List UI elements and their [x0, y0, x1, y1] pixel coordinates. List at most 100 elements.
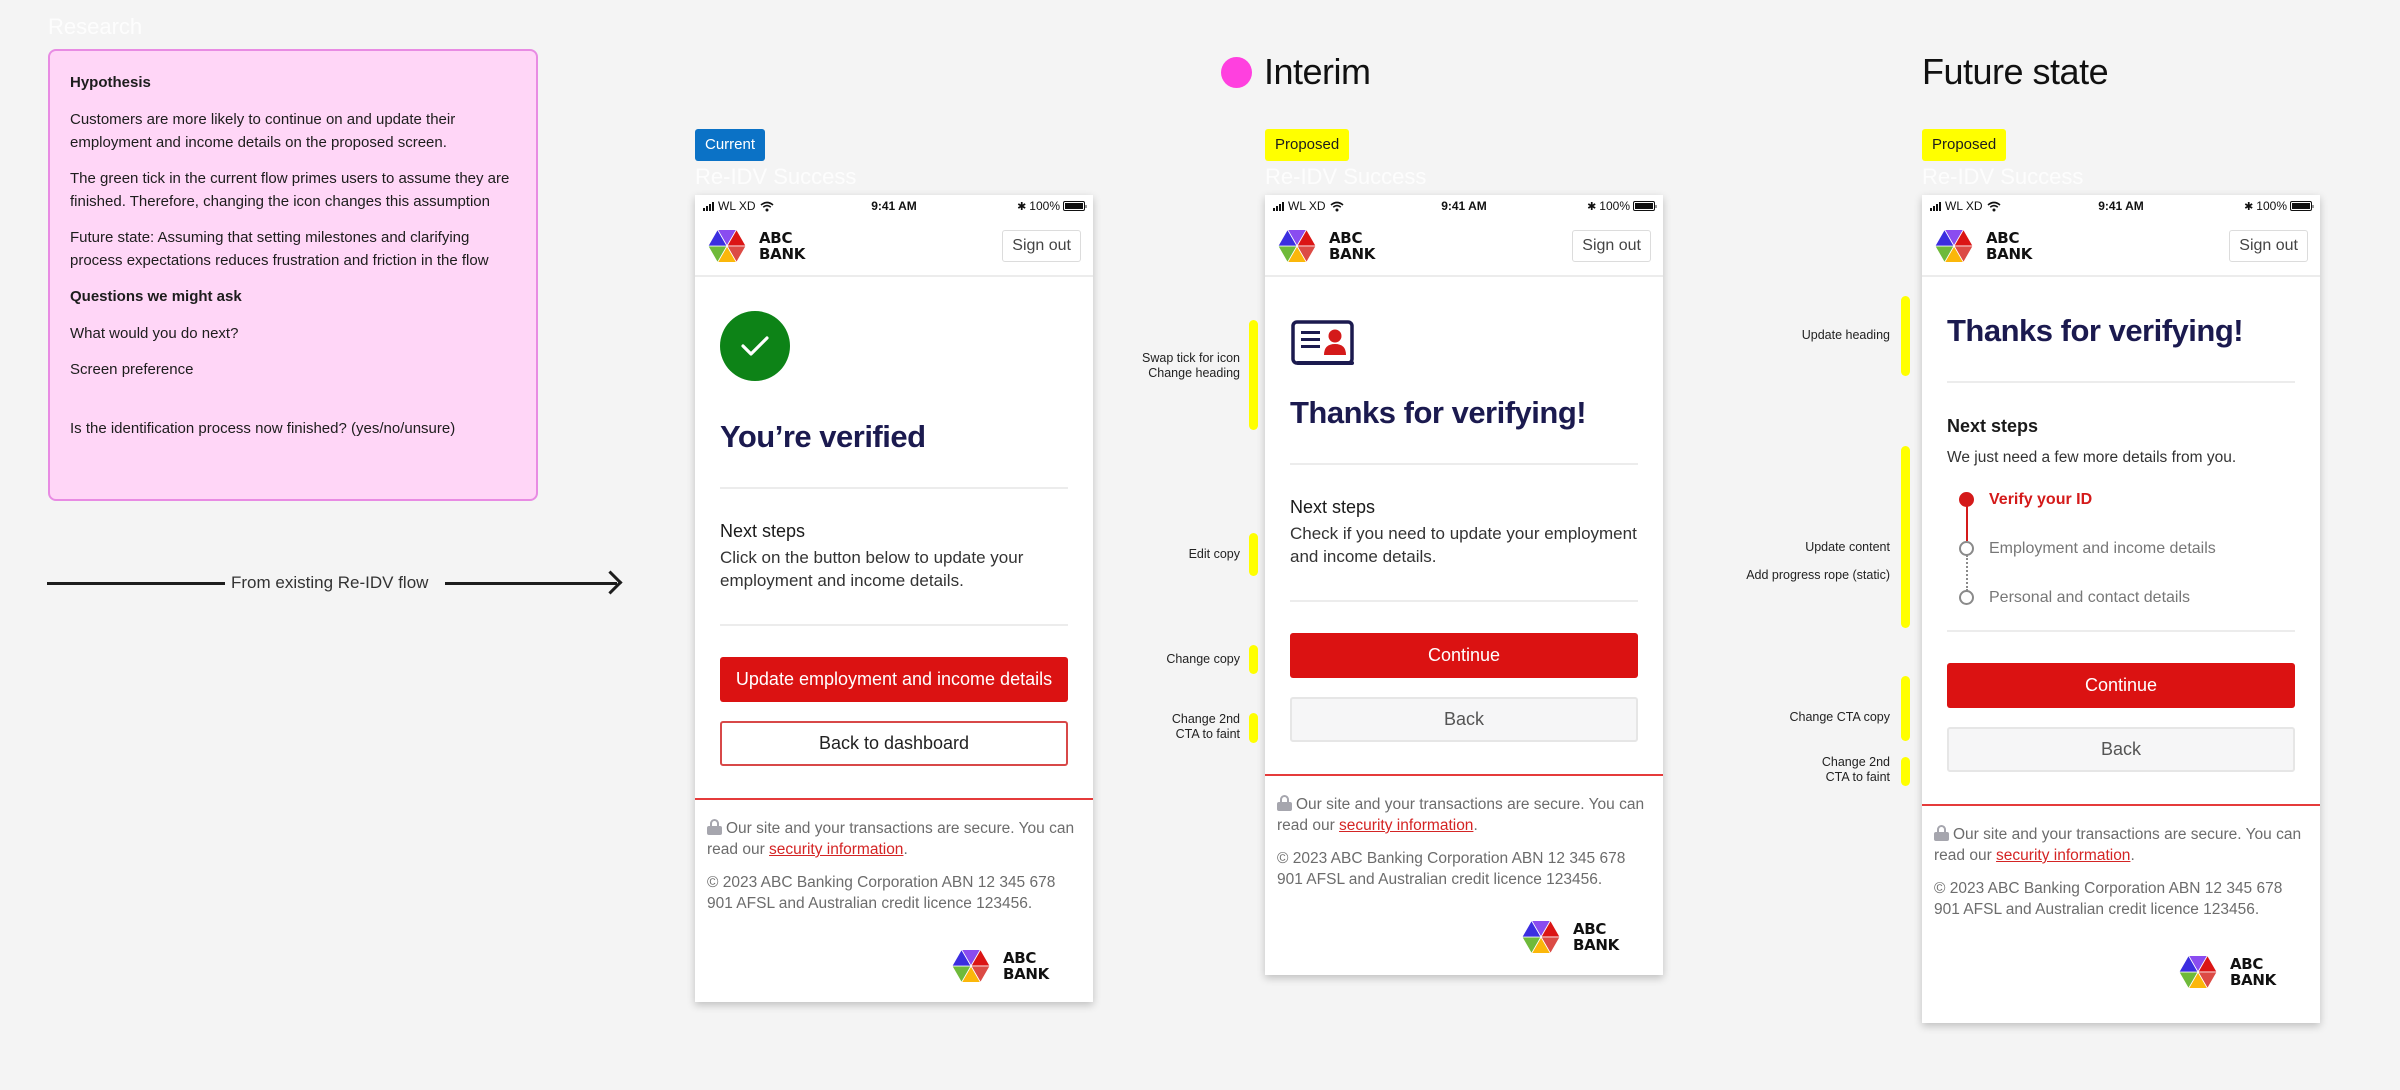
question-item: What would you do next? — [70, 325, 239, 342]
security-information-link[interactable]: security information — [1339, 817, 1473, 834]
app-header: ABC BANK Sign out — [1922, 217, 2320, 277]
question-item: Is the identification process now finish… — [70, 420, 456, 437]
lock-icon — [707, 819, 722, 835]
brand-line2: BANK — [1329, 245, 1376, 263]
sign-out-button[interactable]: Sign out — [2229, 230, 2308, 262]
status-bar: WL XD 9:41 AM ✱ 100% — [1265, 195, 1663, 217]
next-steps-body: Click on the button below to update your… — [720, 548, 1024, 590]
brand-line1: ABC — [1986, 229, 2020, 247]
hypothesis-sticky-note: Hypothesis Customers are more likely to … — [48, 49, 538, 501]
bluetooth-icon: ✱ — [1017, 200, 1027, 213]
divider — [1947, 630, 2295, 632]
annotation-swap-tick: Swap tick for icon Change heading — [1142, 351, 1240, 380]
annotation-marker — [1901, 676, 1910, 741]
hypothesis-paragraph: Customers are more likely to continue on… — [70, 111, 456, 151]
step-active-icon — [1959, 492, 1974, 507]
copyright-text: © 2023 ABC Banking Corporation ABN 12 34… — [707, 874, 1056, 912]
progress-step: Verify your ID — [1959, 491, 2295, 540]
questions-title: Questions we might ask — [70, 288, 242, 305]
app-header: ABC BANK Sign out — [695, 217, 1093, 277]
battery-icon — [1633, 201, 1657, 211]
abc-bank-logo-icon — [951, 948, 991, 984]
interim-dot-icon — [1221, 57, 1252, 88]
next-steps-title: Next steps — [1947, 416, 2039, 436]
bluetooth-icon: ✱ — [1587, 200, 1597, 213]
footer: Our site and your transactions are secur… — [695, 798, 1093, 1002]
brand-line2: BANK — [1002, 965, 1049, 983]
update-employment-button[interactable]: Update employment and income details — [720, 657, 1068, 702]
brand-line2: BANK — [2229, 971, 2276, 989]
bluetooth-icon: ✱ — [2244, 200, 2254, 213]
annotation-update-content: Update content — [1805, 540, 1890, 554]
annotation-faint-cta: Change 2nd CTA to faint — [1171, 712, 1240, 741]
security-information-link[interactable]: security information — [1996, 847, 2130, 864]
divider — [1290, 600, 1638, 602]
annotation-marker — [1249, 713, 1258, 743]
step-label: Verify your ID — [1989, 491, 2093, 508]
annotation-marker — [1249, 533, 1258, 576]
sign-out-button[interactable]: Sign out — [1572, 230, 1651, 262]
arrow-line — [47, 582, 225, 585]
phone-interim: WL XD 9:41 AM ✱ 100% ABC BANK Sign out T… — [1265, 195, 1663, 975]
footer: Our site and your transactions are secur… — [1922, 804, 2320, 1014]
security-information-link[interactable]: security information — [769, 841, 903, 858]
annotation-edit-copy: Edit copy — [1188, 547, 1240, 561]
screen-label: Re-IDV Success — [1922, 164, 2084, 189]
abc-bank-logo-icon — [2178, 954, 2218, 990]
signal-icon — [703, 201, 714, 211]
brand-line2: BANK — [759, 245, 806, 263]
green-check-icon — [720, 311, 790, 381]
wifi-icon — [1330, 201, 1344, 211]
proposed-badge: Proposed — [1922, 129, 2007, 161]
security-text-end: . — [1473, 817, 1478, 834]
annotation-marker — [1901, 446, 1910, 628]
arrow-line — [445, 582, 617, 585]
hypothesis-paragraph: Future state: Assuming that setting mile… — [70, 229, 489, 269]
brand-logo[interactable]: ABC BANK — [1934, 228, 2032, 264]
abc-bank-logo-icon — [1934, 228, 1974, 264]
annotation-marker — [1249, 645, 1258, 674]
wifi-icon — [760, 201, 774, 211]
divider — [1947, 381, 2295, 383]
back-to-dashboard-button[interactable]: Back to dashboard — [720, 721, 1068, 766]
sign-out-button[interactable]: Sign out — [1002, 230, 1081, 262]
next-steps-title: Next steps — [1290, 497, 1376, 517]
back-button[interactable]: Back — [1290, 697, 1638, 742]
research-section-label: Research — [48, 14, 143, 39]
back-button[interactable]: Back — [1947, 727, 2295, 772]
clock: 9:41 AM — [2098, 199, 2144, 213]
step-pending-icon — [1959, 541, 1974, 556]
divider — [720, 487, 1068, 489]
clock: 9:41 AM — [1441, 199, 1487, 213]
id-card-icon — [1290, 319, 1638, 367]
lock-icon — [1934, 825, 1949, 841]
security-notice: Our site and your transactions are secur… — [1277, 794, 1651, 836]
interim-heading: Interim — [1264, 51, 1371, 92]
brand-logo[interactable]: ABC BANK — [707, 228, 805, 264]
brand-line1: ABC — [759, 229, 793, 247]
divider — [720, 624, 1068, 626]
carrier-label: WL XD — [718, 199, 756, 213]
flow-arrow-label: From existing Re-IDV flow — [231, 573, 429, 592]
screen-label: Re-IDV Success — [1265, 164, 1427, 189]
status-bar: WL XD 9:41 AM ✱ 100% — [695, 195, 1093, 217]
continue-button[interactable]: Continue — [1290, 633, 1638, 678]
continue-button[interactable]: Continue — [1947, 663, 2295, 708]
security-notice: Our site and your transactions are secur… — [1934, 824, 2308, 866]
screen-label: Re-IDV Success — [695, 164, 857, 189]
phone-future-state: WL XD 9:41 AM ✱ 100% ABC BANK Sign out Th… — [1922, 195, 2320, 1023]
battery-icon — [1063, 201, 1087, 211]
clock: 9:41 AM — [871, 199, 917, 213]
hypothesis-title: Hypothesis — [70, 74, 151, 91]
brand-line1: ABC — [1002, 949, 1037, 967]
progress-rope: Verify your ID Employment and income det… — [1959, 491, 2295, 614]
step-label: Employment and income details — [1989, 540, 2216, 557]
footer-brand-logo: ABC BANK — [1521, 919, 1619, 955]
flow-arrow: From existing Re-IDV flow — [47, 570, 627, 595]
wifi-icon — [1987, 201, 2001, 211]
security-notice: Our site and your transactions are secur… — [707, 818, 1081, 860]
page-heading: Thanks for verifying! — [1947, 313, 2244, 348]
brand-line2: BANK — [1986, 245, 2033, 263]
next-steps-body: Check if you need to update your employm… — [1290, 524, 1637, 566]
brand-logo[interactable]: ABC BANK — [1277, 228, 1375, 264]
